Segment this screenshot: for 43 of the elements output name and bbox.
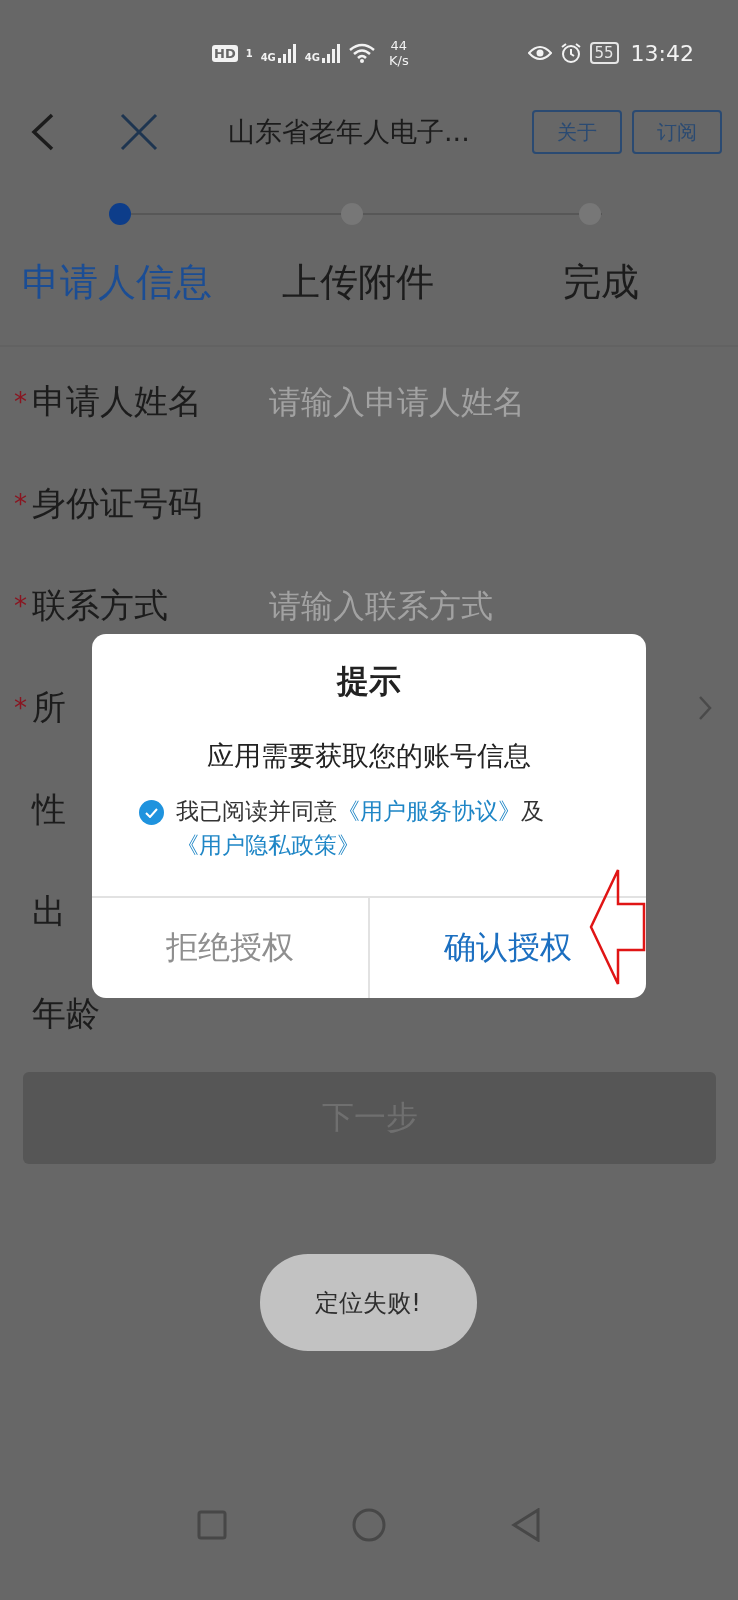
signal-icon: [321, 43, 341, 63]
confirm-button[interactable]: 确认授权: [368, 898, 646, 998]
alarm-icon: [559, 42, 582, 64]
checkmark-icon: [145, 807, 158, 818]
input-field[interactable]: 请输入申请人姓名: [267, 382, 698, 422]
clock-time: 13:42: [630, 40, 694, 66]
hd-badge: HD: [212, 44, 238, 62]
sim-label: 1: [245, 47, 253, 59]
field-label: 出: [32, 890, 66, 933]
page-title: 山东省老年人电子...: [228, 115, 471, 149]
agreement-text: 我已阅读并同意《用户服务协议》及 《用户隐私政策》: [176, 797, 545, 860]
input-field[interactable]: 请输入联系方式: [267, 586, 698, 626]
required-mark: *: [14, 591, 28, 621]
required-mark: *: [14, 387, 28, 417]
step-tab[interactable]: 上传附件: [282, 257, 434, 308]
privacy-policy-link[interactable]: 《用户隐私政策》: [176, 832, 360, 858]
wifi-icon: [349, 43, 375, 63]
field-label: 申请人姓名: [32, 380, 202, 423]
back-nav-icon[interactable]: [511, 1508, 541, 1542]
service-agreement-link[interactable]: 《用户服务协议》: [337, 798, 521, 824]
home-nav-icon[interactable]: [352, 1508, 386, 1542]
speed-value: 44: [390, 38, 408, 53]
square-nav-icon[interactable]: [197, 1510, 227, 1540]
field-label: 联系方式: [32, 584, 168, 627]
dialog-title: 提示: [337, 661, 401, 702]
toast-message: 定位失败!: [259, 1254, 477, 1351]
field-label: 所: [32, 686, 66, 729]
about-button[interactable]: 关于: [532, 110, 622, 154]
field-label: 身份证号码: [32, 482, 202, 525]
dialog-message: 应用需要获取您的账号信息: [207, 739, 531, 773]
battery-icon: 55: [589, 42, 619, 64]
subscribe-button[interactable]: 订阅: [632, 110, 722, 154]
chevron-icon[interactable]: [698, 695, 712, 721]
signal-icon: [276, 43, 297, 63]
step-tab[interactable]: 完成: [563, 257, 639, 308]
required-mark: *: [14, 489, 28, 519]
network-label: 4G: [304, 52, 320, 63]
eye-icon: [527, 45, 552, 61]
agree-checkbox[interactable]: [139, 800, 164, 825]
network-label: 4G: [260, 52, 276, 63]
speed-unit: K/s: [389, 53, 409, 68]
field-label: 性: [32, 788, 66, 831]
required-mark: *: [14, 693, 28, 723]
